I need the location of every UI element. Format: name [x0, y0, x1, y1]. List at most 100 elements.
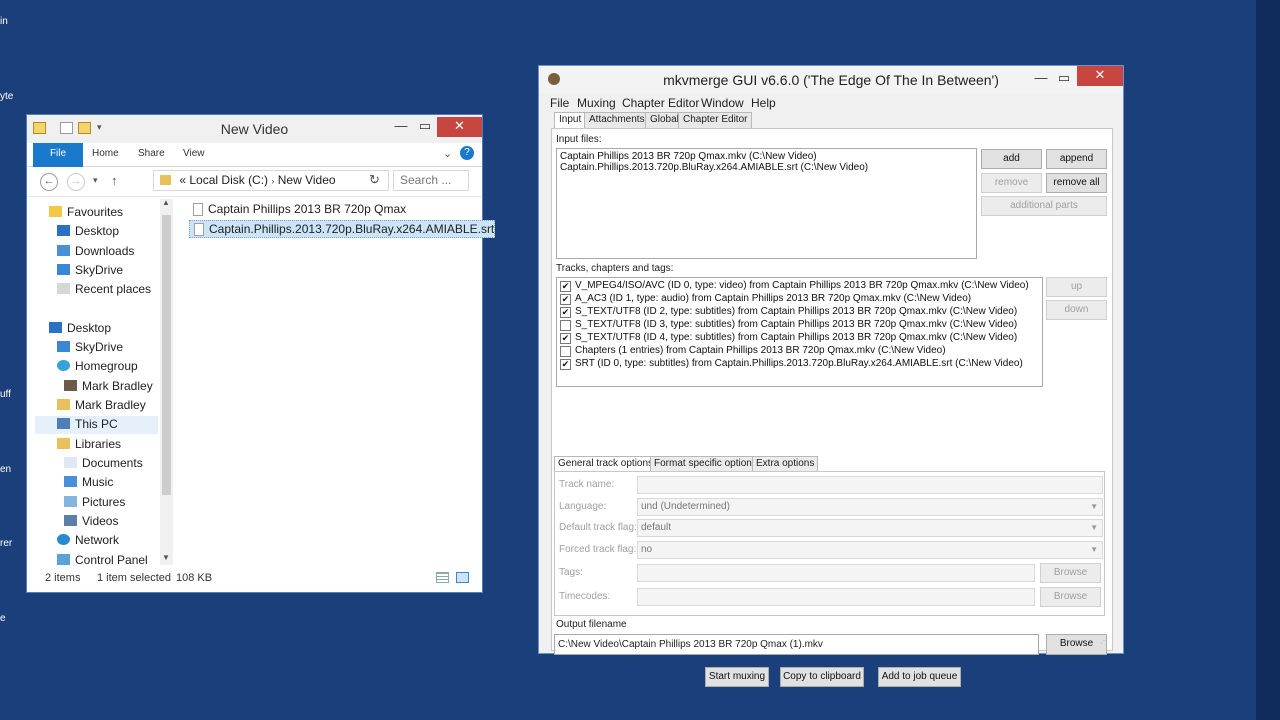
file-item-selected[interactable]: Captain.Phillips.2013.720p.BluRay.x264.A…	[189, 220, 496, 238]
scroll-up-icon[interactable]: ▲	[162, 198, 170, 207]
tracks-list[interactable]: ✔ V_MPEG4/ISO/AVC (ID 0, type: video) fro…	[556, 277, 1043, 387]
default-track-flag-select[interactable]: default ▼	[637, 519, 1103, 537]
forced-track-flag-select[interactable]: no ▼	[637, 541, 1103, 559]
back-icon[interactable]: ←	[40, 173, 58, 191]
track-checkbox[interactable]: ✔	[560, 333, 571, 344]
additional-parts-button[interactable]: additional parts	[981, 196, 1107, 216]
nav-documents[interactable]: Documents	[64, 456, 143, 470]
tab-view[interactable]: View	[183, 148, 205, 159]
nav-libraries[interactable]: Libraries	[57, 437, 121, 451]
tab-home[interactable]: Home	[92, 148, 119, 159]
nav-recent-places[interactable]: Recent places	[57, 282, 151, 296]
list-item[interactable]: Captain Phillips 2013 BR 720p Qmax.mkv (…	[560, 151, 817, 162]
resize-grip-icon[interactable]: ⋰	[1100, 636, 1108, 645]
menu-muxing[interactable]: Muxing	[577, 96, 616, 110]
recent-locations-icon[interactable]: ▾	[93, 175, 98, 186]
refresh-icon[interactable]: ↻	[369, 172, 380, 188]
nav-skydrive-fav[interactable]: SkyDrive	[57, 263, 123, 277]
nav-desktop[interactable]: Desktop	[49, 321, 111, 335]
search-input[interactable]: Search ...	[393, 170, 469, 191]
menu-help[interactable]: Help	[751, 96, 776, 110]
desktop-icon-label[interactable]: e	[0, 613, 6, 624]
track-checkbox[interactable]: ✔	[560, 281, 571, 292]
file-item[interactable]: Captain Phillips 2013 BR 720p Qmax	[189, 201, 406, 219]
start-muxing-button[interactable]: Start muxing	[705, 667, 769, 687]
copy-to-clipboard-button[interactable]: Copy to clipboard	[780, 667, 864, 687]
help-icon[interactable]: ?	[460, 146, 474, 160]
tab-input[interactable]: Input	[554, 112, 587, 129]
nav-user[interactable]: Mark Bradley	[64, 379, 153, 393]
address-folder[interactable]: New Video	[278, 173, 336, 187]
nav-skydrive[interactable]: SkyDrive	[57, 340, 123, 354]
address-bar[interactable]: « Local Disk (C:) › New Video ⌄	[153, 170, 389, 191]
list-item[interactable]: Captain.Phillips.2013.720p.BluRay.x264.A…	[560, 162, 868, 173]
tab-share[interactable]: Share	[138, 148, 165, 159]
tab-format-specific-options[interactable]: Format specific options	[650, 456, 761, 471]
tab-attachments[interactable]: Attachments	[584, 112, 650, 128]
tags-browse-button[interactable]: Browse	[1040, 563, 1101, 583]
large-icons-view-icon[interactable]	[456, 572, 469, 583]
input-files-list[interactable]: Captain Phillips 2013 BR 720p Qmax.mkv (…	[556, 148, 977, 259]
scroll-thumb[interactable]	[162, 215, 171, 495]
forward-icon[interactable]: →	[67, 173, 85, 191]
timecodes-input[interactable]	[637, 588, 1035, 606]
details-view-icon[interactable]	[436, 572, 449, 583]
close-icon[interactable]: ✕	[437, 117, 482, 137]
ribbon-expand-icon[interactable]: ⌄	[443, 147, 452, 160]
file-icon	[194, 223, 204, 236]
chevron-right-icon[interactable]: ›	[271, 176, 274, 186]
output-browse-button[interactable]: Browse	[1046, 634, 1107, 655]
remove-all-button[interactable]: remove all	[1046, 173, 1107, 193]
track-checkbox[interactable]	[560, 346, 571, 357]
output-filename-input[interactable]: C:\New Video\Captain Phillips 2013 BR 72…	[554, 634, 1039, 655]
remove-button[interactable]: remove	[981, 173, 1042, 193]
tab-general-track-options[interactable]: General track options	[554, 456, 658, 472]
desktop-icon-label[interactable]: rer	[0, 538, 12, 549]
language-select[interactable]: und (Undetermined) ▼	[637, 498, 1103, 516]
nav-scrollbar[interactable]: ▲ ▼	[160, 198, 173, 565]
address-root[interactable]: Local Disk (C:)	[189, 173, 268, 187]
nav-network[interactable]: Network	[57, 533, 119, 547]
close-icon[interactable]: ✕	[1077, 66, 1123, 86]
nav-videos[interactable]: Videos	[64, 514, 118, 528]
minimize-icon[interactable]: —	[1031, 69, 1051, 89]
maximize-icon[interactable]: ▭	[1054, 69, 1074, 89]
menu-file[interactable]: File	[550, 96, 569, 110]
track-checkbox[interactable]: ✔	[560, 294, 571, 305]
nav-music[interactable]: Music	[64, 475, 113, 489]
desktop-icon-label[interactable]: en	[0, 464, 11, 475]
scroll-down-icon[interactable]: ▼	[162, 553, 170, 562]
timecodes-browse-button[interactable]: Browse	[1040, 587, 1101, 607]
explorer-titlebar[interactable]: ▾ New Video — ▭ ✕	[27, 115, 482, 143]
nav-this-pc[interactable]: This PC	[35, 416, 158, 434]
desktop-icon-label[interactable]: yte	[0, 91, 13, 102]
tab-extra-options[interactable]: Extra options	[752, 456, 819, 471]
nav-homegroup[interactable]: Homegroup	[57, 359, 138, 373]
nav-user-folder[interactable]: Mark Bradley	[57, 398, 146, 412]
tags-input[interactable]	[637, 564, 1035, 582]
minimize-icon[interactable]: —	[391, 117, 411, 137]
desktop-icon-label[interactable]: uff	[0, 389, 11, 400]
track-checkbox[interactable]: ✔	[560, 307, 571, 318]
down-button[interactable]: down	[1046, 300, 1107, 320]
menu-chapter-editor[interactable]: Chapter Editor	[622, 96, 699, 110]
maximize-icon[interactable]: ▭	[415, 117, 435, 137]
up-button[interactable]: up	[1046, 277, 1107, 297]
nav-pictures[interactable]: Pictures	[64, 495, 125, 509]
track-checkbox[interactable]	[560, 320, 571, 331]
append-button[interactable]: append	[1046, 149, 1107, 169]
nav-favourites[interactable]: Favourites	[49, 205, 123, 219]
tab-file[interactable]: File	[33, 143, 83, 167]
track-checkbox[interactable]: ✔	[560, 359, 571, 370]
nav-desktop-fav[interactable]: Desktop	[57, 224, 119, 238]
track-name-input[interactable]	[637, 476, 1103, 494]
nav-control-panel[interactable]: Control Panel	[57, 553, 148, 567]
add-button[interactable]: add	[981, 149, 1042, 169]
nav-downloads[interactable]: Downloads	[57, 244, 134, 258]
up-icon[interactable]: ↑	[111, 173, 118, 188]
desktop-icon-label[interactable]: in	[0, 16, 8, 27]
menu-window[interactable]: Window	[701, 96, 744, 110]
add-to-job-queue-button[interactable]: Add to job queue	[878, 667, 961, 687]
tab-chapter-editor[interactable]: Chapter Editor	[678, 112, 753, 128]
mkv-titlebar[interactable]: mkvmerge GUI v6.6.0 ('The Edge Of The In…	[539, 66, 1123, 93]
